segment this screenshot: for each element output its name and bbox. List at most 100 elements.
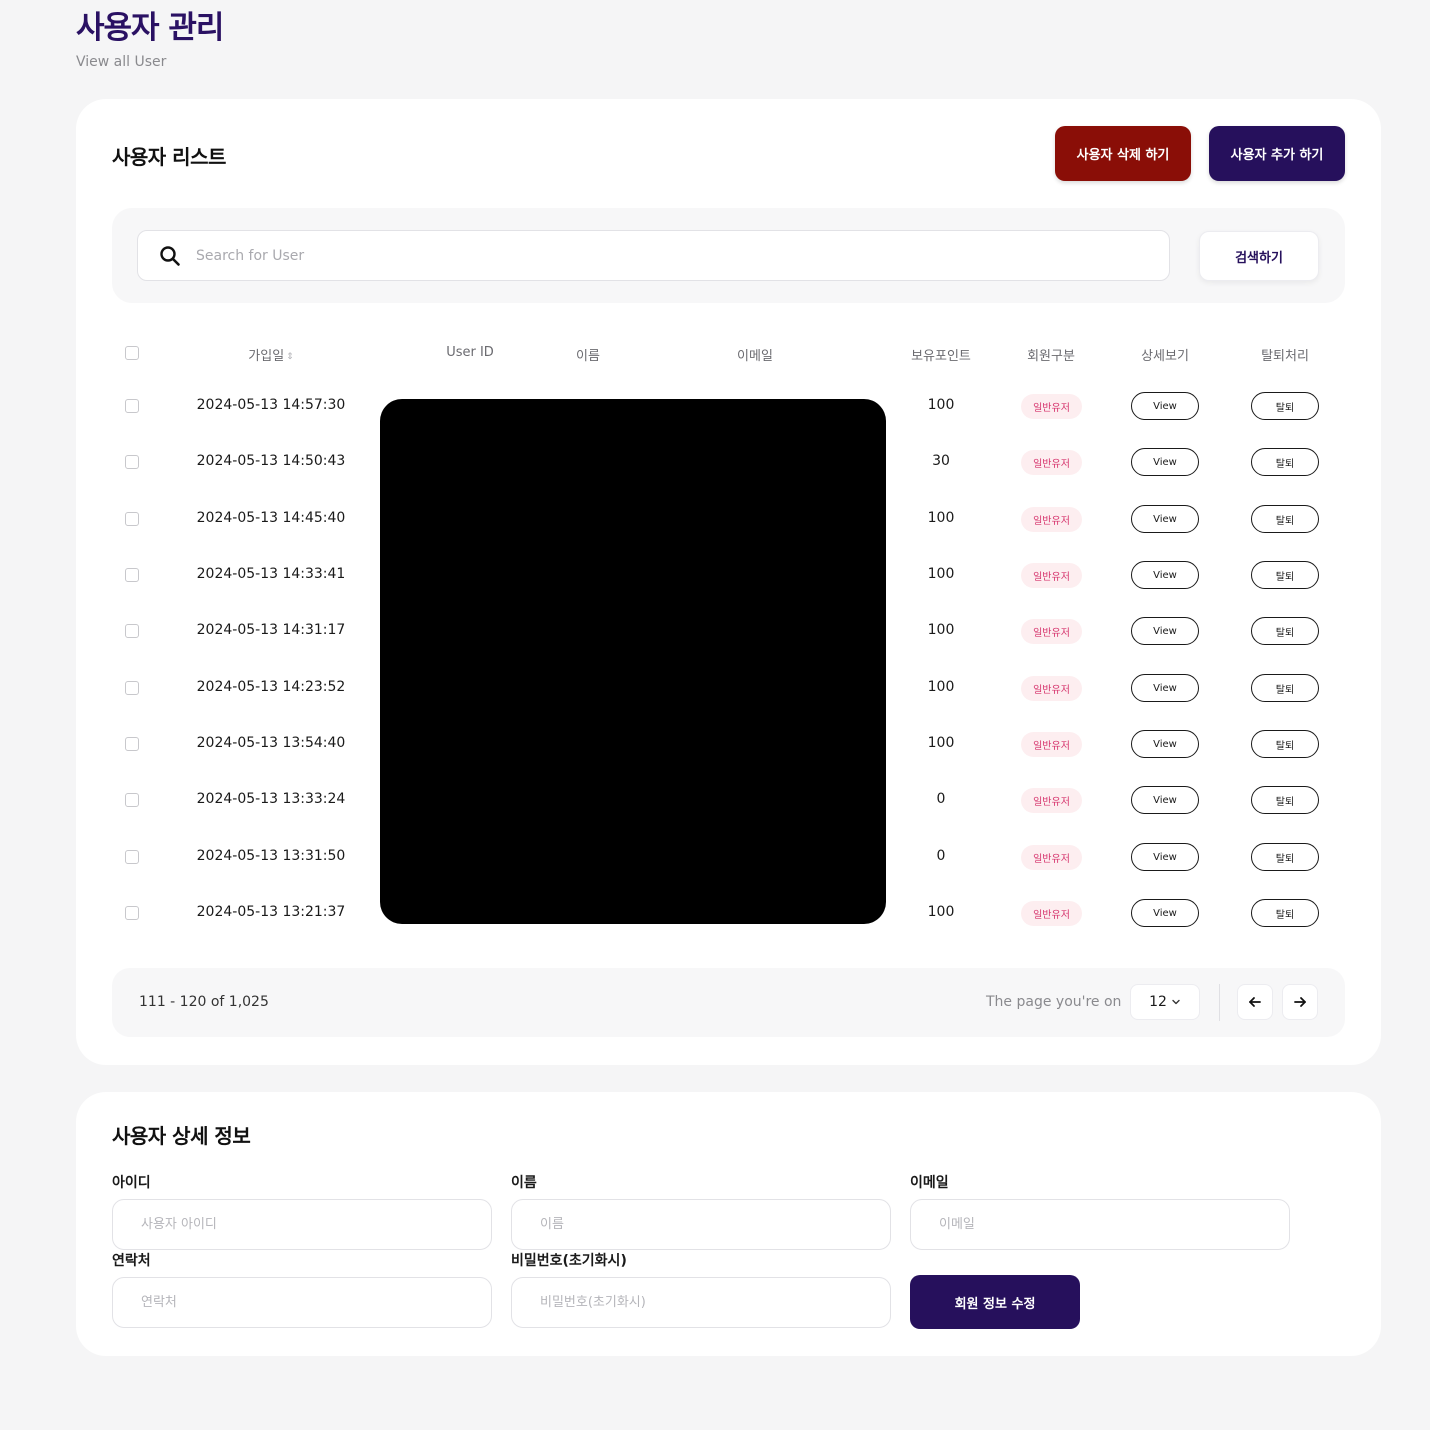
pagination-label: The page you're on — [986, 994, 1122, 1010]
joined-date: 2024-05-13 14:57:30 — [196, 397, 346, 413]
search-panel: 검색하기 — [112, 208, 1345, 303]
member-type-badge: 일반유저 — [1021, 732, 1082, 757]
withdraw-button[interactable]: 탈퇴 — [1251, 392, 1319, 420]
joined-date: 2024-05-13 14:45:40 — [196, 510, 346, 526]
column-withdraw: 탈퇴처리 — [1261, 349, 1309, 364]
row-checkbox[interactable] — [125, 568, 139, 582]
points-value: 100 — [927, 679, 955, 695]
select-all-checkbox[interactable] — [125, 346, 139, 360]
search-input[interactable] — [196, 239, 1096, 273]
joined-date: 2024-05-13 14:23:52 — [196, 679, 346, 695]
phone-field[interactable] — [112, 1277, 492, 1328]
view-button[interactable]: View — [1131, 448, 1199, 476]
joined-date: 2024-05-13 14:50:43 — [196, 453, 346, 469]
column-member-type: 회원구분 — [1027, 349, 1075, 364]
search-box[interactable] — [137, 230, 1170, 281]
prev-page-button[interactable] — [1237, 984, 1273, 1020]
pagination-bar: 111 - 120 of 1,025 The page you're on 12 — [112, 968, 1345, 1037]
points-value: 100 — [927, 622, 955, 638]
name-field[interactable] — [511, 1199, 891, 1250]
row-checkbox[interactable] — [125, 512, 139, 526]
view-button[interactable]: View — [1131, 561, 1199, 589]
row-checkbox[interactable] — [125, 737, 139, 751]
delete-user-button[interactable]: 사용자 삭제 하기 — [1055, 126, 1191, 181]
column-user-id: User ID — [446, 345, 494, 360]
view-button[interactable]: View — [1131, 617, 1199, 645]
email-label: 이메일 — [910, 1175, 949, 1191]
email-field[interactable] — [910, 1199, 1290, 1250]
points-value: 100 — [927, 397, 955, 413]
joined-date: 2024-05-13 14:31:17 — [196, 622, 346, 638]
joined-date: 2024-05-13 13:33:24 — [196, 791, 346, 807]
arrow-right-icon — [1294, 997, 1306, 1007]
points-value: 0 — [936, 848, 946, 864]
name-label: 이름 — [511, 1175, 537, 1191]
sort-icon[interactable]: ⇕ — [286, 352, 294, 362]
next-page-button[interactable] — [1282, 984, 1318, 1020]
member-type-badge: 일반유저 — [1021, 845, 1082, 870]
points-value: 100 — [927, 904, 955, 920]
view-button[interactable]: View — [1131, 730, 1199, 758]
member-type-badge: 일반유저 — [1021, 619, 1082, 644]
chevron-down-icon — [1172, 999, 1180, 1005]
withdraw-button[interactable]: 탈퇴 — [1251, 899, 1319, 927]
joined-date: 2024-05-13 13:21:37 — [196, 904, 346, 920]
member-type-badge: 일반유저 — [1021, 507, 1082, 532]
search-button[interactable]: 검색하기 — [1199, 231, 1319, 281]
arrow-left-icon — [1249, 997, 1261, 1007]
withdraw-button[interactable]: 탈퇴 — [1251, 730, 1319, 758]
withdraw-button[interactable]: 탈퇴 — [1251, 617, 1319, 645]
column-email: 이메일 — [737, 349, 773, 364]
points-value: 100 — [927, 735, 955, 751]
add-user-button[interactable]: 사용자 추가 하기 — [1209, 126, 1345, 181]
redacted-user-info — [380, 399, 886, 924]
row-checkbox[interactable] — [125, 850, 139, 864]
user-list-title: 사용자 리스트 — [112, 145, 226, 169]
joined-date: 2024-05-13 13:31:50 — [196, 848, 346, 864]
user-list-card: 사용자 리스트 사용자 삭제 하기 사용자 추가 하기 검색하기 가입일⇕ Us… — [76, 99, 1381, 1065]
id-label: 아이디 — [112, 1175, 151, 1191]
withdraw-button[interactable]: 탈퇴 — [1251, 674, 1319, 702]
view-button[interactable]: View — [1131, 786, 1199, 814]
update-member-button[interactable]: 회원 정보 수정 — [910, 1275, 1080, 1329]
column-detail: 상세보기 — [1141, 349, 1189, 364]
withdraw-button[interactable]: 탈퇴 — [1251, 786, 1319, 814]
password-label: 비밀번호(초기화시) — [511, 1253, 627, 1269]
member-type-badge: 일반유저 — [1021, 676, 1082, 701]
pagination-range: 111 - 120 of 1,025 — [139, 994, 269, 1010]
withdraw-button[interactable]: 탈퇴 — [1251, 448, 1319, 476]
page-select[interactable]: 12 — [1130, 984, 1200, 1020]
row-checkbox[interactable] — [125, 793, 139, 807]
points-value: 0 — [936, 791, 946, 807]
withdraw-button[interactable]: 탈퇴 — [1251, 843, 1319, 871]
column-points: 보유포인트 — [911, 349, 971, 364]
view-button[interactable]: View — [1131, 505, 1199, 533]
table-header: 가입일 ⇕ User ID 이름 이메일 보유포인트 회원구분 상세보기 탈퇴처리 — [76, 339, 1381, 369]
page-title: 사용자 관리 — [76, 10, 224, 46]
pager-divider — [1219, 984, 1220, 1021]
member-type-badge: 일반유저 — [1021, 788, 1082, 813]
withdraw-button[interactable]: 탈퇴 — [1251, 561, 1319, 589]
password-field[interactable] — [511, 1277, 891, 1328]
user-id-field[interactable] — [112, 1199, 492, 1250]
joined-date: 2024-05-13 14:33:41 — [196, 566, 346, 582]
row-checkbox[interactable] — [125, 399, 139, 413]
user-detail-card: 사용자 상세 정보 아이디 이름 이메일 연락처 비밀번호(초기화시) 회원 정… — [76, 1092, 1381, 1356]
view-button[interactable]: View — [1131, 674, 1199, 702]
column-name: 이름 — [576, 349, 600, 364]
row-checkbox[interactable] — [125, 455, 139, 469]
search-icon — [160, 246, 180, 266]
points-value: 100 — [927, 510, 955, 526]
phone-label: 연락처 — [112, 1253, 151, 1269]
user-detail-title: 사용자 상세 정보 — [112, 1124, 251, 1148]
row-checkbox[interactable] — [125, 906, 139, 920]
view-button[interactable]: View — [1131, 899, 1199, 927]
row-checkbox[interactable] — [125, 624, 139, 638]
member-type-badge: 일반유저 — [1021, 394, 1082, 419]
member-type-badge: 일반유저 — [1021, 450, 1082, 475]
row-checkbox[interactable] — [125, 681, 139, 695]
column-joined[interactable]: 가입일 ⇕ — [248, 345, 293, 364]
withdraw-button[interactable]: 탈퇴 — [1251, 505, 1319, 533]
view-button[interactable]: View — [1131, 392, 1199, 420]
view-button[interactable]: View — [1131, 843, 1199, 871]
